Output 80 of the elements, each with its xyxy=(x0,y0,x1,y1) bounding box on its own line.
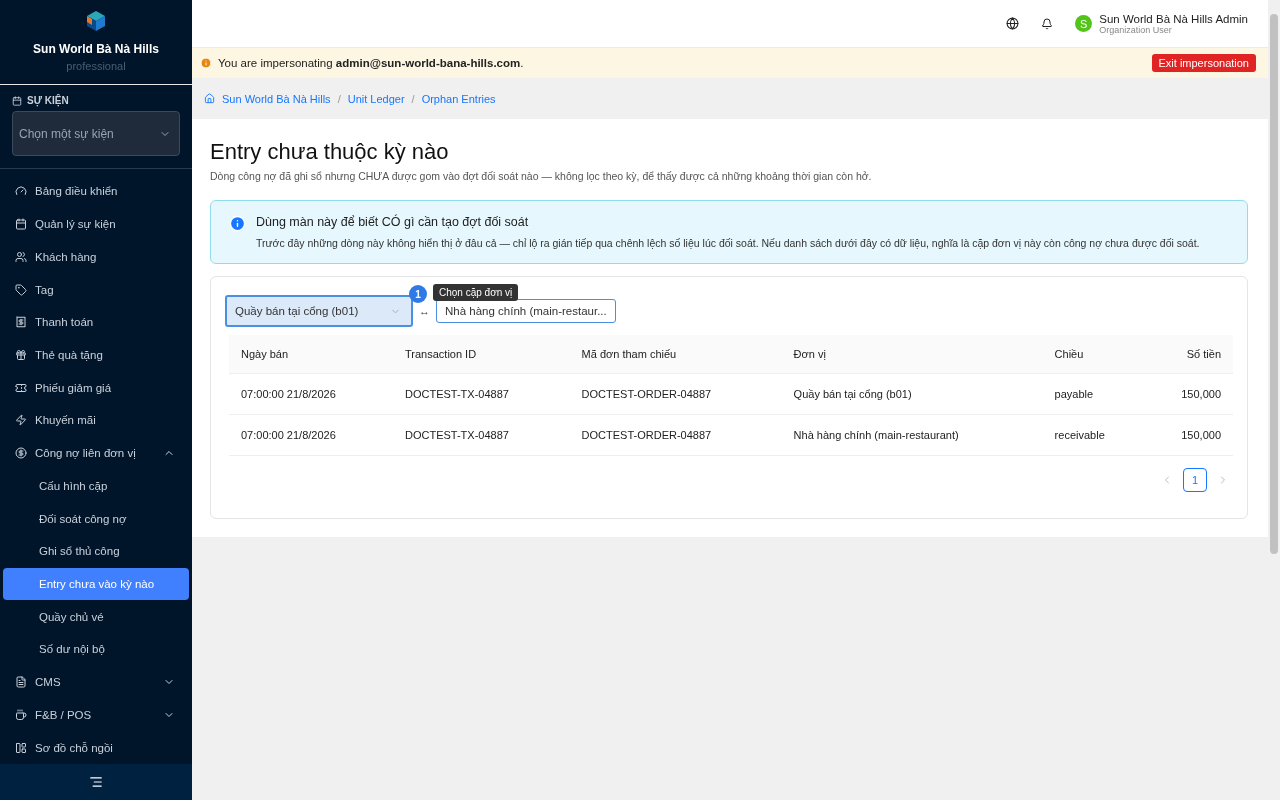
table-cell: Nhà hàng chính (main-restaurant) xyxy=(781,414,1043,456)
menu-item[interactable]: CMS xyxy=(3,665,189,699)
calendar-icon xyxy=(15,218,27,231)
table-cell: DOCTEST-TX-04887 xyxy=(393,373,570,415)
user-role: Organization User xyxy=(1099,24,1173,35)
column-header: Transaction ID xyxy=(393,335,570,374)
gift-icon xyxy=(15,348,27,361)
table-cell: receivable xyxy=(1042,414,1145,456)
menu-item[interactable]: Thanh toán xyxy=(3,305,189,339)
page-subtitle: Dòng công nợ đã ghi sổ nhưng CHƯA được gom vào đợt đối soát nào — không lọc theo kỳ, để thấy được cả những khoảng thời gian còn hở. xyxy=(210,170,873,182)
tooltip: Chọn cặp đơn vị xyxy=(433,284,519,301)
section-label: SỰ KIỆN xyxy=(27,95,69,106)
unit-select[interactable]: Nhà hàng chính (main-restaur... xyxy=(436,299,616,323)
exit-impersonation-button[interactable]: Exit impersonation xyxy=(1151,54,1256,72)
submenu-item[interactable]: Entry chưa vào kỳ nào xyxy=(3,567,189,601)
cube-logo xyxy=(85,10,107,32)
calendar-icon xyxy=(12,95,22,106)
table-cell: DOCTEST-ORDER-04887 xyxy=(569,373,782,415)
menu-item[interactable]: Quản lý sự kiện xyxy=(3,207,189,241)
breadcrumb-link[interactable]: Orphan Entries xyxy=(421,92,496,105)
lightning-icon xyxy=(15,414,27,427)
column-header: Số tiền xyxy=(1144,335,1233,374)
breadcrumb-separator: / xyxy=(411,92,415,105)
column-header: Chiều xyxy=(1042,335,1145,374)
menu-item[interactable]: Bảng điều khiển xyxy=(3,175,189,208)
users-icon xyxy=(15,250,27,263)
table-cell: 150,000 xyxy=(1144,414,1233,456)
swap-arrow: ↔ xyxy=(419,305,430,317)
column-header: Mã đơn tham chiếu xyxy=(569,335,782,374)
submenu-item[interactable]: Đối soát công nợ xyxy=(3,502,189,535)
home-icon xyxy=(204,93,215,104)
table-cell: payable xyxy=(1042,373,1145,415)
table-cell: 150,000 xyxy=(1144,373,1233,415)
plan-label: professional xyxy=(66,60,126,72)
menu-item[interactable]: Khuyến mãi xyxy=(3,404,189,437)
submenu-item[interactable]: Ghi sổ thủ công xyxy=(3,534,189,568)
document-icon xyxy=(15,676,27,689)
tour-step-badge: 1 xyxy=(409,285,427,303)
tag-icon xyxy=(15,283,27,296)
gauge-icon xyxy=(15,185,27,198)
impersonation-text: You are impersonating admin@sun-world-bana-hills.com. xyxy=(218,57,524,69)
layout-icon xyxy=(15,741,27,754)
globe-icon[interactable] xyxy=(1006,17,1020,30)
submenu-item[interactable]: Quầy chủ vé xyxy=(3,600,189,634)
scrollbar-thumb[interactable] xyxy=(1270,14,1278,554)
table-cell: Quầy bán tại cổng (b01) xyxy=(781,373,1043,415)
info-title: Dùng màn này để biết CÓ gì cần tạo đợt đối soát xyxy=(256,215,530,229)
column-header: Ngày bán xyxy=(229,335,393,374)
page-title: Entry chưa thuộc kỳ nào xyxy=(210,139,450,165)
table-cell: 07:00:00 21/8/2026 xyxy=(229,373,393,415)
unit-select[interactable]: Quầy bán tại cổng (b01) xyxy=(225,295,413,327)
menu-item[interactable]: Phiếu giảm giá xyxy=(3,371,189,405)
collapse-menu-icon[interactable] xyxy=(89,775,103,789)
submenu-item[interactable]: Số dư nội bộ xyxy=(3,633,189,666)
menu-item[interactable]: F&B / POS xyxy=(3,698,189,732)
info-icon xyxy=(229,215,246,232)
menu-item[interactable]: Sơ đồ chỗ ngồi xyxy=(3,731,189,764)
menu-item[interactable]: Tag xyxy=(3,273,189,306)
alert-icon xyxy=(200,57,212,69)
table-cell: DOCTEST-TX-04887 xyxy=(393,414,570,456)
cup-icon xyxy=(15,708,27,721)
breadcrumb-link[interactable]: Unit Ledger xyxy=(347,92,405,105)
breadcrumb-separator: / xyxy=(337,92,341,105)
dollar-circle-icon xyxy=(15,447,27,460)
table-cell: DOCTEST-ORDER-04887 xyxy=(569,414,782,456)
table-cell: 07:00:00 21/8/2026 xyxy=(229,414,393,456)
menu-item[interactable]: Khách hàng xyxy=(3,240,189,274)
breadcrumb-link[interactable]: Sun World Bà Nà Hills xyxy=(222,92,331,105)
menu-item[interactable]: Công nợ liên đơn vị xyxy=(3,436,189,470)
menu-item[interactable]: Thẻ quà tặng xyxy=(3,338,189,372)
column-header: Đơn vị xyxy=(781,335,1043,374)
user-name: Sun World Bà Nà Hills Admin xyxy=(1099,12,1248,25)
ticket-icon xyxy=(15,381,27,394)
event-select[interactable]: Chọn một sự kiện xyxy=(12,111,180,156)
receipt-icon xyxy=(15,316,27,329)
page-button[interactable]: 1 xyxy=(1183,468,1207,492)
info-text: Trước đây những dòng này không hiển thị ở đâu cả — chỉ lộ ra gián tiếp qua chênh lệch số liệu lúc đối soát. Nếu danh sách dưới đây có dữ liệu, nghĩa là cặp đơn vị này còn công nợ chưa được đối soát. xyxy=(256,237,1200,249)
bell-icon[interactable] xyxy=(1041,17,1054,30)
submenu-item[interactable]: Cấu hình cặp xyxy=(3,469,189,503)
brand-name: Sun World Bà Nà Hills xyxy=(33,42,159,56)
